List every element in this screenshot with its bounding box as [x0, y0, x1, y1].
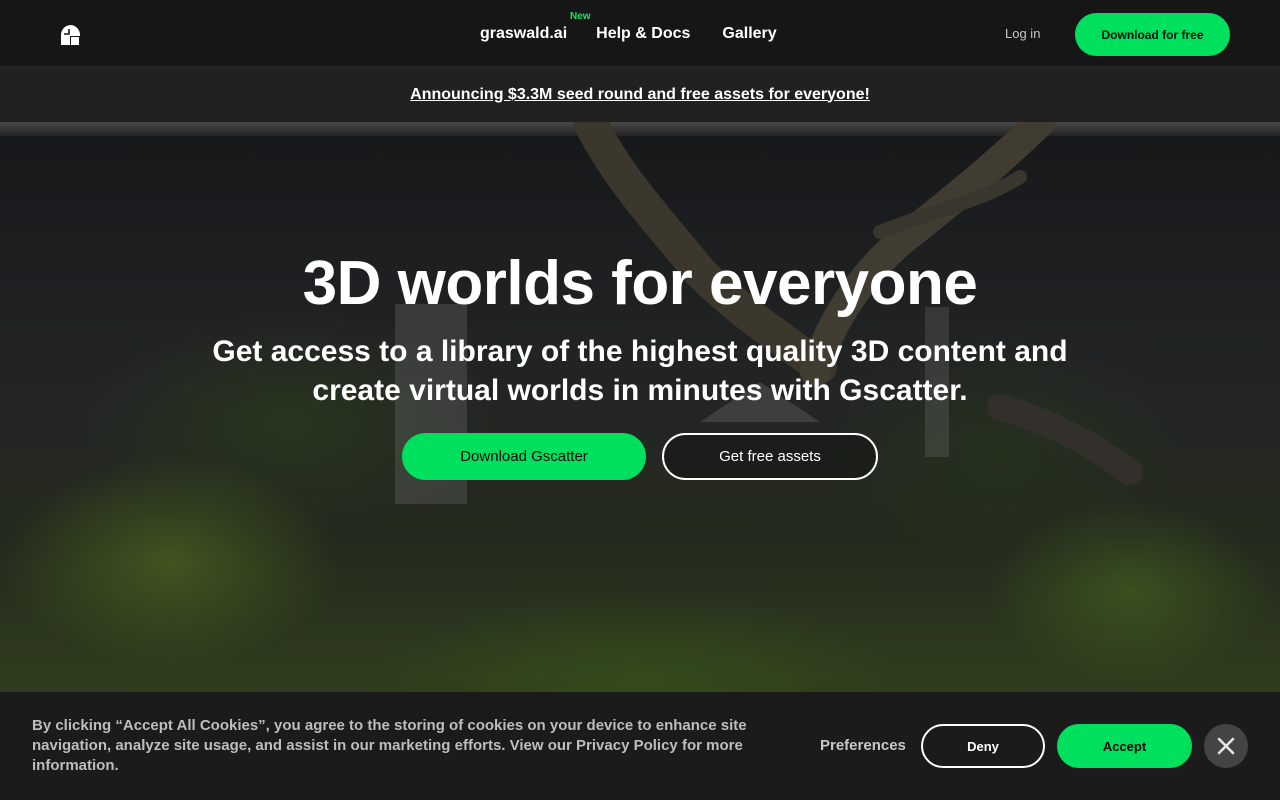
cookie-preferences-button[interactable]: Preferences	[820, 737, 906, 754]
login-link[interactable]: Log in	[1005, 26, 1040, 41]
gscatter-logo-icon[interactable]	[60, 24, 82, 46]
announcement-link[interactable]: Announcing $3.3M seed round and free ass…	[410, 86, 870, 104]
nav-link-graswald[interactable]: graswald.ai New	[480, 11, 591, 43]
cookie-banner-text: By clicking “Accept All Cookies”, you ag…	[32, 717, 747, 774]
nav-link-gallery[interactable]: Gallery	[722, 25, 776, 43]
nav-link-graswald-label: graswald.ai	[480, 24, 568, 42]
cookie-close-button[interactable]	[1204, 724, 1248, 768]
new-badge: New	[570, 10, 591, 22]
close-icon	[1217, 737, 1235, 755]
cookie-banner: By clicking “Accept All Cookies”, you ag…	[0, 692, 1280, 800]
nav-links: graswald.ai New Help & Docs Gallery	[480, 0, 809, 67]
top-navigation: graswald.ai New Help & Docs Gallery Log …	[0, 0, 1280, 67]
cookie-accept-button[interactable]: Accept	[1057, 724, 1192, 768]
cookie-deny-button[interactable]: Deny	[921, 724, 1045, 768]
download-gscatter-button[interactable]: Download Gscatter	[402, 433, 646, 480]
download-for-free-button[interactable]: Download for free	[1075, 13, 1230, 56]
nav-link-help-docs[interactable]: Help & Docs	[596, 25, 690, 43]
announcement-bar: Announcing $3.3M seed round and free ass…	[0, 67, 1280, 122]
hero-subtitle: Get access to a library of the highest q…	[212, 335, 1068, 407]
hero-title: 3D worlds for everyone	[302, 249, 978, 318]
get-free-assets-button[interactable]: Get free assets	[662, 433, 878, 480]
